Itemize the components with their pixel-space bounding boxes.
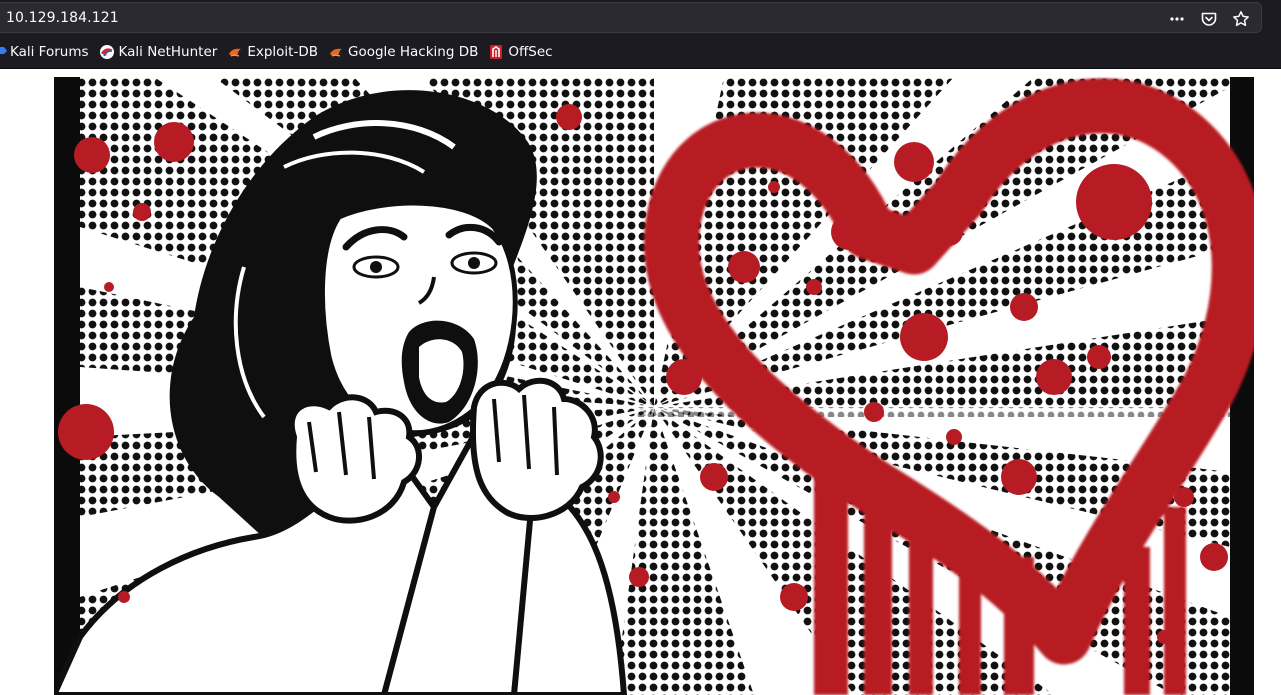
left-frame — [54, 77, 80, 695]
bookmark-label: Kali Forums — [10, 43, 89, 60]
bookmark-label: OffSec — [508, 43, 553, 60]
bookmark-kali-forums[interactable]: Kali Forums — [0, 39, 95, 65]
more-horizontal-icon[interactable] — [1167, 9, 1187, 29]
bookmark-label: Exploit-DB — [247, 43, 318, 60]
url-text[interactable]: 10.129.184.121 — [6, 10, 119, 26]
nethunter-icon — [99, 44, 115, 60]
bookmark-kali-nethunter[interactable]: Kali NetHunter — [99, 39, 224, 65]
bookmark-offsec[interactable]: OffSec — [488, 39, 558, 65]
exploitdb-icon — [227, 44, 243, 60]
bookmark-exploit-db[interactable]: Exploit-DB — [227, 39, 324, 65]
offsec-icon — [488, 44, 504, 60]
browser-toolbar: 10.129.184.121 — [0, 0, 1281, 35]
address-bar-actions — [1167, 9, 1251, 29]
bookmarks-toolbar: Kali Forums Kali NetHunter Exploit-DB Go… — [0, 35, 1281, 69]
bookmark-label: Kali NetHunter — [118, 43, 218, 60]
pop-art-illustration — [54, 77, 1254, 695]
page-content — [0, 69, 1281, 695]
star-icon[interactable] — [1231, 9, 1251, 29]
address-bar[interactable]: 10.129.184.121 — [0, 2, 1262, 33]
pocket-icon[interactable] — [1199, 9, 1219, 29]
kali-dragon-icon — [0, 44, 7, 60]
bookmark-label: Google Hacking DB — [347, 43, 479, 60]
bookmark-google-hacking-db[interactable]: Google Hacking DB — [328, 39, 484, 65]
hero-image — [54, 77, 1254, 695]
ghdb-icon — [328, 44, 344, 60]
